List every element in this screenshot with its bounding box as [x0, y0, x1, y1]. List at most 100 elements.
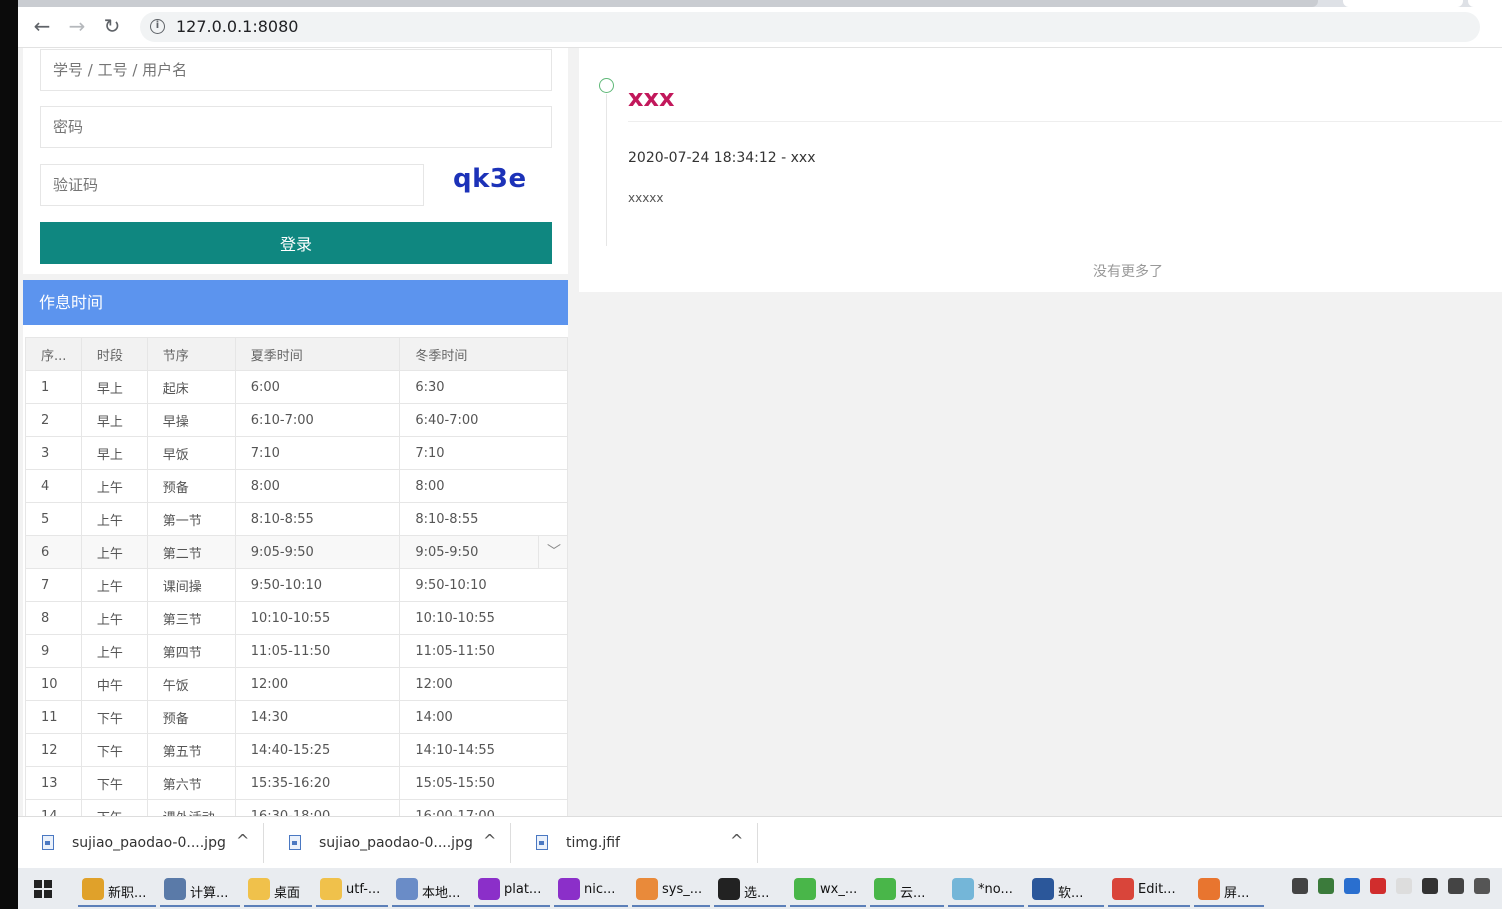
- tab-active[interactable]: [18, 0, 1318, 7]
- table-row[interactable]: 7 上午 课间操 9:50-10:10 9:50-10:10: [25, 568, 568, 602]
- download-item[interactable]: sujiao_paodao-0....jpg ^: [265, 823, 511, 863]
- editplus-icon: [1112, 878, 1134, 900]
- download-filename[interactable]: sujiao_paodao-0....jpg: [319, 835, 473, 851]
- taskbar-item[interactable]: 屏...: [1194, 870, 1264, 907]
- download-filename[interactable]: timg.jfif: [566, 835, 620, 851]
- table-cell: 3: [25, 436, 82, 470]
- intellij-icon: [478, 878, 500, 900]
- table-row[interactable]: 11 下午 预备 14:30 14:00: [25, 700, 568, 734]
- taskbar-item[interactable]: 桌面: [244, 870, 312, 907]
- table-row[interactable]: 13 下午 第六节 15:35-16:20 15:05-15:50: [25, 766, 568, 800]
- site-info-icon[interactable]: i: [150, 19, 165, 34]
- tray-icon[interactable]: [1344, 878, 1360, 894]
- taskbar-item[interactable]: 计算...: [160, 870, 240, 907]
- tray-icon[interactable]: [1474, 878, 1490, 894]
- table-row[interactable]: 12 下午 第五节 14:40-15:25 14:10-14:55: [25, 733, 568, 767]
- timeline-item-body: xxxxx: [628, 191, 664, 205]
- table-cell: 15:35-16:20: [234, 766, 401, 800]
- desktop-edge: [0, 0, 18, 909]
- taskbar-item[interactable]: plat...: [474, 870, 550, 907]
- forward-button[interactable]: →: [65, 14, 89, 38]
- table-cell: 14:30: [234, 700, 401, 734]
- download-filename[interactable]: sujiao_paodao-0....jpg: [72, 835, 226, 851]
- url-text[interactable]: 127.0.0.1:8080: [176, 17, 298, 36]
- table-row[interactable]: 2 早上 早操 6:10-7:00 6:40-7:00: [25, 403, 568, 437]
- back-button[interactable]: ←: [30, 14, 54, 38]
- table-row[interactable]: 3 早上 早饭 7:10 7:10: [25, 436, 568, 470]
- taskbar-item[interactable]: nic...: [554, 870, 628, 907]
- table-cell: 8: [25, 601, 82, 635]
- username-field[interactable]: [40, 49, 552, 91]
- wechat-icon: [794, 878, 816, 900]
- tray-icon[interactable]: [1422, 878, 1438, 894]
- table-row[interactable]: 14下午课外活动16:30-18:0016:00-17:00: [25, 799, 568, 816]
- schedule-panel: 作息时间 序... 时段 节序 夏季时间 冬季时间 1 早上 起床 6:00 6:30 2 早上 早操…: [23, 280, 568, 816]
- tray-icon[interactable]: [1448, 878, 1464, 894]
- address-bar[interactable]: i 127.0.0.1:8080: [140, 12, 1480, 42]
- column-header[interactable]: 序...: [25, 337, 82, 371]
- password-input[interactable]: [41, 107, 551, 147]
- word-icon: [1032, 878, 1054, 900]
- taskbar-item[interactable]: sys_...: [632, 870, 710, 907]
- tray-icon[interactable]: [1396, 878, 1412, 894]
- table-row[interactable]: 4 上午 预备 8:00 8:00: [25, 469, 568, 503]
- table-body: 1 早上 起床 6:00 6:30 2 早上 早操 6:10-7:00 6:40-7:00 3 早上早…: [25, 370, 568, 816]
- password-field[interactable]: [40, 106, 552, 148]
- taskbar-item[interactable]: 软...: [1028, 870, 1104, 907]
- network-icon: [396, 878, 418, 900]
- table-row[interactable]: 6 上午 第二节 9:05-9:50 9:05-9:50 ﹀: [25, 535, 568, 569]
- column-header[interactable]: 夏季时间: [234, 337, 401, 371]
- taskbar-item[interactable]: wx_...: [790, 870, 866, 907]
- tab[interactable]: [1468, 0, 1502, 7]
- chevron-down-icon[interactable]: ﹀: [545, 544, 563, 560]
- chevron-up-icon[interactable]: ^: [236, 831, 249, 850]
- taskbar-item[interactable]: 云...: [870, 870, 944, 907]
- table-row[interactable]: 10 中午 午饭 12:00 12:00: [25, 667, 568, 701]
- table-row[interactable]: 5 上午 第一节 8:10-8:55 8:10-8:55: [25, 502, 568, 536]
- username-input[interactable]: [41, 50, 551, 90]
- table-cell: 8:10-8:55: [399, 502, 568, 536]
- schedule-table-container[interactable]: 序... 时段 节序 夏季时间 冬季时间 1 早上 起床 6:00 6:30 2 早上 早操 6:10-…: [25, 337, 568, 816]
- cell-text: 9:05-9:50: [415, 544, 479, 560]
- column-header[interactable]: 时段: [80, 337, 148, 371]
- windows-start-icon[interactable]: [34, 880, 52, 898]
- table-cell: 预备: [146, 469, 236, 503]
- taskbar-item[interactable]: *no...: [948, 870, 1024, 907]
- login-button[interactable]: 登录: [40, 222, 552, 264]
- tray-icon[interactable]: [1318, 878, 1334, 894]
- taskbar-item[interactable]: 选...: [714, 870, 786, 907]
- taskbar-item[interactable]: Edit...: [1108, 870, 1190, 907]
- chevron-up-icon[interactable]: ^: [483, 831, 496, 850]
- taskbar-item[interactable]: 新职...: [78, 870, 156, 907]
- table-cell: 8:10-8:55: [234, 502, 401, 536]
- table-cell: 14:00: [399, 700, 568, 734]
- timeline-item-meta: 2020-07-24 18:34:12 - xxx: [628, 150, 816, 166]
- taskbar-item[interactable]: 本地...: [392, 870, 470, 907]
- tab[interactable]: [1343, 0, 1463, 7]
- table-row[interactable]: 9 上午 第四节 11:05-11:50 11:05-11:50: [25, 634, 568, 668]
- download-item[interactable]: timg.jfif ^: [512, 823, 758, 863]
- system-tray[interactable]: [1282, 878, 1502, 900]
- table-cell: 上午: [80, 502, 148, 536]
- table-row[interactable]: 1 早上 起床 6:00 6:30: [25, 370, 568, 404]
- column-header[interactable]: 节序: [146, 337, 236, 371]
- tray-icon[interactable]: [1292, 878, 1308, 894]
- tray-icon[interactable]: [1370, 878, 1386, 894]
- taskbar-item-label: nic...: [584, 882, 616, 897]
- taskbar: 新职... 计算... 桌面 utf-... 本地... plat... nic... sys…: [18, 868, 1502, 909]
- table-row[interactable]: 8 上午 第三节 10:10-10:55 10:10-10:55: [25, 601, 568, 635]
- chevron-up-icon[interactable]: ^: [730, 831, 743, 850]
- table-cell: 10:10-10:55: [399, 601, 568, 635]
- taskbar-item-label: 桌面: [274, 886, 301, 901]
- table-cell: 中午: [80, 667, 148, 701]
- captcha-image[interactable]: qk3e: [453, 164, 527, 194]
- taskbar-item[interactable]: utf-...: [316, 870, 388, 907]
- captcha-input[interactable]: [41, 165, 423, 205]
- timeline-axis: [606, 94, 607, 246]
- reload-button[interactable]: ↻: [100, 14, 124, 38]
- table-cell: 10: [25, 667, 82, 701]
- table-header-row: 序... 时段 节序 夏季时间 冬季时间: [25, 337, 568, 371]
- captcha-field[interactable]: [40, 164, 424, 206]
- column-header[interactable]: 冬季时间: [399, 337, 568, 371]
- download-item[interactable]: sujiao_paodao-0....jpg ^: [18, 823, 264, 863]
